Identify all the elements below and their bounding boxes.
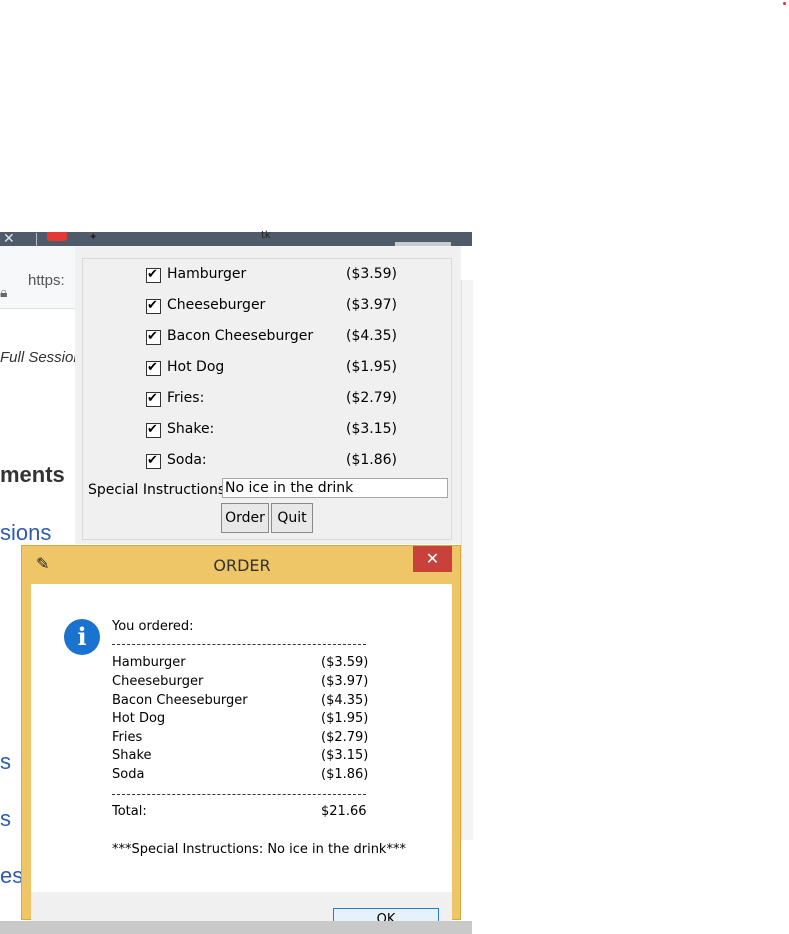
dialog-button-bar: OK bbox=[31, 892, 452, 921]
order-line-price: ($3.97) bbox=[321, 674, 369, 689]
message-intro: You ordered: bbox=[112, 619, 194, 634]
checkbox-checked[interactable] bbox=[146, 329, 161, 345]
item-price: ($3.97) bbox=[346, 297, 398, 313]
order-line-price: ($3.15) bbox=[321, 748, 369, 763]
order-line-price: ($3.59) bbox=[321, 655, 369, 670]
order-line-name: Shake bbox=[112, 748, 152, 763]
window-icon: ✦ bbox=[89, 232, 98, 243]
taskbar-strip bbox=[0, 921, 472, 934]
checkbox-checked[interactable] bbox=[146, 422, 161, 438]
total-label: Total: bbox=[112, 804, 147, 819]
item-name: Hamburger bbox=[167, 266, 247, 282]
special-instructions-input[interactable] bbox=[222, 478, 448, 498]
order-line-name: Fries bbox=[112, 730, 143, 745]
item-price: ($2.79) bbox=[346, 390, 398, 406]
order-line-price: ($2.79) bbox=[321, 730, 369, 745]
order-line-price: ($4.35) bbox=[321, 693, 369, 708]
item-price: ($1.95) bbox=[346, 359, 398, 375]
special-instructions-label: Special Instructions: bbox=[88, 482, 230, 498]
order-form-titlebar[interactable]: ✦ tk bbox=[75, 230, 461, 246]
window-title: tk bbox=[261, 230, 271, 241]
session-text: Full Session bbox=[0, 349, 82, 366]
item-name: Fries: bbox=[167, 390, 205, 406]
quit-button[interactable]: Quit bbox=[271, 503, 313, 533]
item-name: Shake: bbox=[167, 421, 215, 437]
youtube-tab-icon[interactable] bbox=[47, 232, 67, 241]
special-instructions-line: ***Special Instructions: No ice in the d… bbox=[112, 842, 406, 857]
titlebar-control[interactable] bbox=[395, 242, 451, 246]
item-price: ($3.59) bbox=[346, 266, 398, 282]
item-name: Soda: bbox=[167, 452, 207, 468]
separator-line bbox=[112, 644, 366, 645]
separator-line bbox=[112, 794, 366, 795]
item-name: Hot Dog bbox=[167, 359, 225, 375]
lock-icon: 🔒︎ bbox=[0, 285, 8, 301]
order-line-price: ($1.86) bbox=[321, 767, 369, 782]
item-price: ($4.35) bbox=[346, 328, 398, 344]
order-form-window: ✦ tk Hamburger ($3.59) Cheeseburger ($3.… bbox=[75, 230, 461, 544]
checkbox-checked[interactable] bbox=[146, 453, 161, 469]
order-button[interactable]: Order bbox=[221, 503, 269, 533]
close-button[interactable]: ✕ bbox=[413, 546, 452, 572]
dialog-title: ORDER bbox=[213, 556, 271, 575]
checkbox-checked[interactable] bbox=[146, 360, 161, 376]
url-text[interactable]: https: bbox=[28, 272, 65, 289]
ok-button[interactable]: OK bbox=[333, 908, 439, 921]
browser-scrollbar[interactable] bbox=[461, 280, 473, 840]
checkbox-checked[interactable] bbox=[146, 391, 161, 407]
order-dialog: ✎ ORDER ✕ i You ordered: Hamburger ($3.5… bbox=[21, 545, 461, 921]
item-price: ($3.15) bbox=[346, 421, 398, 437]
tab-close-icon[interactable]: ✕ bbox=[3, 232, 15, 246]
page-link-fragment[interactable]: s bbox=[0, 749, 11, 775]
order-line-name: Hamburger bbox=[112, 655, 186, 670]
order-line-name: Hot Dog bbox=[112, 711, 166, 726]
order-line-name: Soda bbox=[112, 767, 145, 782]
red-dot-marker bbox=[783, 2, 786, 5]
total-value: $21.66 bbox=[321, 804, 367, 819]
item-price: ($1.86) bbox=[346, 452, 398, 468]
order-line-name: Cheeseburger bbox=[112, 674, 204, 689]
page-heading-fragment: ments bbox=[0, 462, 65, 487]
item-name: Bacon Cheeseburger bbox=[167, 328, 314, 344]
info-icon: i bbox=[64, 619, 100, 655]
order-line-name: Bacon Cheeseburger bbox=[112, 693, 248, 708]
order-line-price: ($1.95) bbox=[321, 711, 369, 726]
item-name: Cheeseburger bbox=[167, 297, 266, 313]
dialog-message-area: i You ordered: Hamburger ($3.59) Cheeseb… bbox=[31, 584, 452, 892]
menu-frame: Hamburger ($3.59) Cheeseburger ($3.97) B… bbox=[82, 258, 452, 540]
page-link-fragment[interactable]: s bbox=[0, 806, 11, 832]
page-link-fragment[interactable]: es bbox=[0, 863, 23, 889]
checkbox-checked[interactable] bbox=[146, 298, 161, 314]
page-link-fragment[interactable]: sions bbox=[0, 520, 51, 546]
checkbox-checked[interactable] bbox=[146, 267, 161, 283]
